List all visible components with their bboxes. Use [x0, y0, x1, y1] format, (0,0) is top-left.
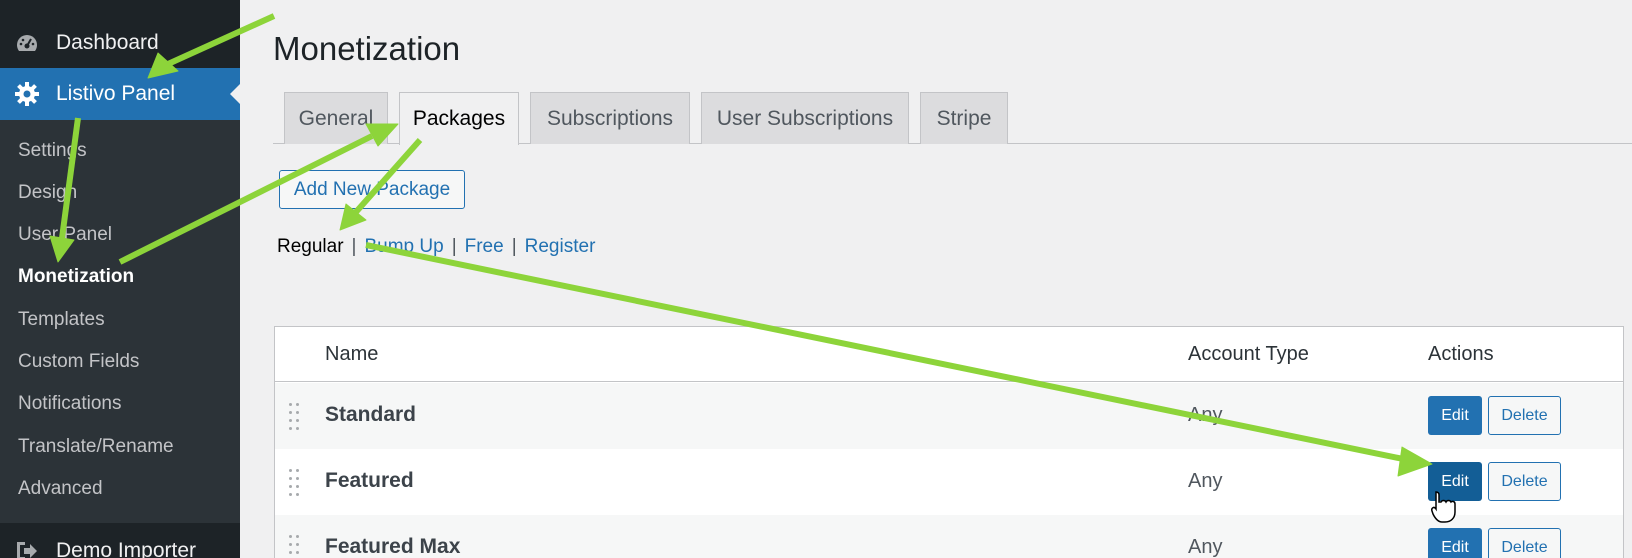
menu-listivo-panel-label: Listivo Panel — [56, 82, 176, 105]
menu-listivo-panel[interactable]: Listivo Panel — [0, 68, 240, 120]
drag-handle-icon[interactable] — [289, 401, 303, 431]
edit-button[interactable]: Edit — [1428, 528, 1482, 558]
tab-stripe[interactable]: Stripe — [920, 92, 1008, 144]
edit-button[interactable]: Edit — [1428, 396, 1482, 435]
submenu-item-settings[interactable]: Settings — [18, 140, 87, 162]
filter-separator: | — [511, 236, 517, 257]
edit-button[interactable]: Edit — [1428, 462, 1482, 501]
package-account-type: Any — [1188, 404, 1223, 426]
delete-button[interactable]: Delete — [1488, 396, 1561, 435]
menu-dashboard-label: Dashboard — [56, 31, 159, 54]
tab-user-subscriptions[interactable]: User Subscriptions — [701, 92, 909, 144]
table-header: Name Account Type Actions — [275, 327, 1623, 382]
submenu-item-translate-rename[interactable]: Translate/Rename — [18, 436, 174, 458]
column-header-name: Name — [325, 343, 379, 365]
filter-separator: | — [451, 236, 457, 257]
column-header-account-type: Account Type — [1188, 343, 1309, 365]
submenu-item-notifications[interactable]: Notifications — [18, 393, 122, 415]
drag-handle-icon[interactable] — [289, 467, 303, 497]
admin-sidebar: Dashboard Listivo Panel Settings Design … — [0, 0, 240, 558]
submenu-item-design[interactable]: Design — [18, 182, 77, 204]
package-name: Featured Max — [325, 535, 461, 558]
menu-demo-importer-label: Demo Importer — [56, 539, 197, 558]
dashboard-icon — [14, 30, 40, 56]
column-header-actions: Actions — [1428, 343, 1494, 365]
add-new-package-button[interactable]: Add New Package — [279, 170, 465, 209]
tab-general[interactable]: General — [284, 92, 388, 144]
submenu-item-templates[interactable]: Templates — [18, 309, 105, 331]
menu-dashboard[interactable]: Dashboard — [0, 17, 240, 69]
package-account-type: Any — [1188, 470, 1223, 492]
menu-demo-importer[interactable]: Demo Importer — [0, 525, 240, 558]
delete-button[interactable]: Delete — [1488, 462, 1561, 501]
table-row: Standard Any Edit Delete — [275, 383, 1623, 449]
demo-importer-icon — [14, 538, 40, 558]
filter-regular[interactable]: Regular — [277, 236, 344, 258]
submenu-item-advanced[interactable]: Advanced — [18, 478, 103, 500]
package-name: Standard — [325, 403, 417, 426]
gear-icon — [14, 81, 40, 107]
submenu-item-monetization[interactable]: Monetization — [18, 266, 134, 288]
page-title: Monetization — [273, 30, 461, 67]
submenu-item-custom-fields[interactable]: Custom Fields — [18, 351, 139, 373]
filter-register[interactable]: Register — [525, 236, 596, 258]
filter-separator: | — [351, 236, 357, 257]
submenu-item-user-panel[interactable]: User Panel — [18, 224, 112, 246]
package-name: Featured — [325, 469, 414, 492]
filter-free[interactable]: Free — [465, 236, 504, 258]
tab-subscriptions[interactable]: Subscriptions — [530, 92, 690, 144]
filter-bump-up[interactable]: Bump Up — [364, 236, 443, 258]
tab-packages[interactable]: Packages — [399, 92, 519, 145]
delete-button[interactable]: Delete — [1488, 528, 1561, 558]
packages-table: Name Account Type Actions Standard Any E… — [274, 326, 1624, 558]
table-row: Featured Max Any Edit Delete — [275, 515, 1623, 558]
table-row: Featured Any Edit Delete — [275, 449, 1623, 515]
package-type-filters: Regular | Bump Up | Free | Register — [277, 236, 595, 258]
package-account-type: Any — [1188, 536, 1223, 558]
listivo-submenu: Settings Design User Panel Monetization … — [0, 120, 240, 523]
drag-handle-icon[interactable] — [289, 533, 303, 558]
